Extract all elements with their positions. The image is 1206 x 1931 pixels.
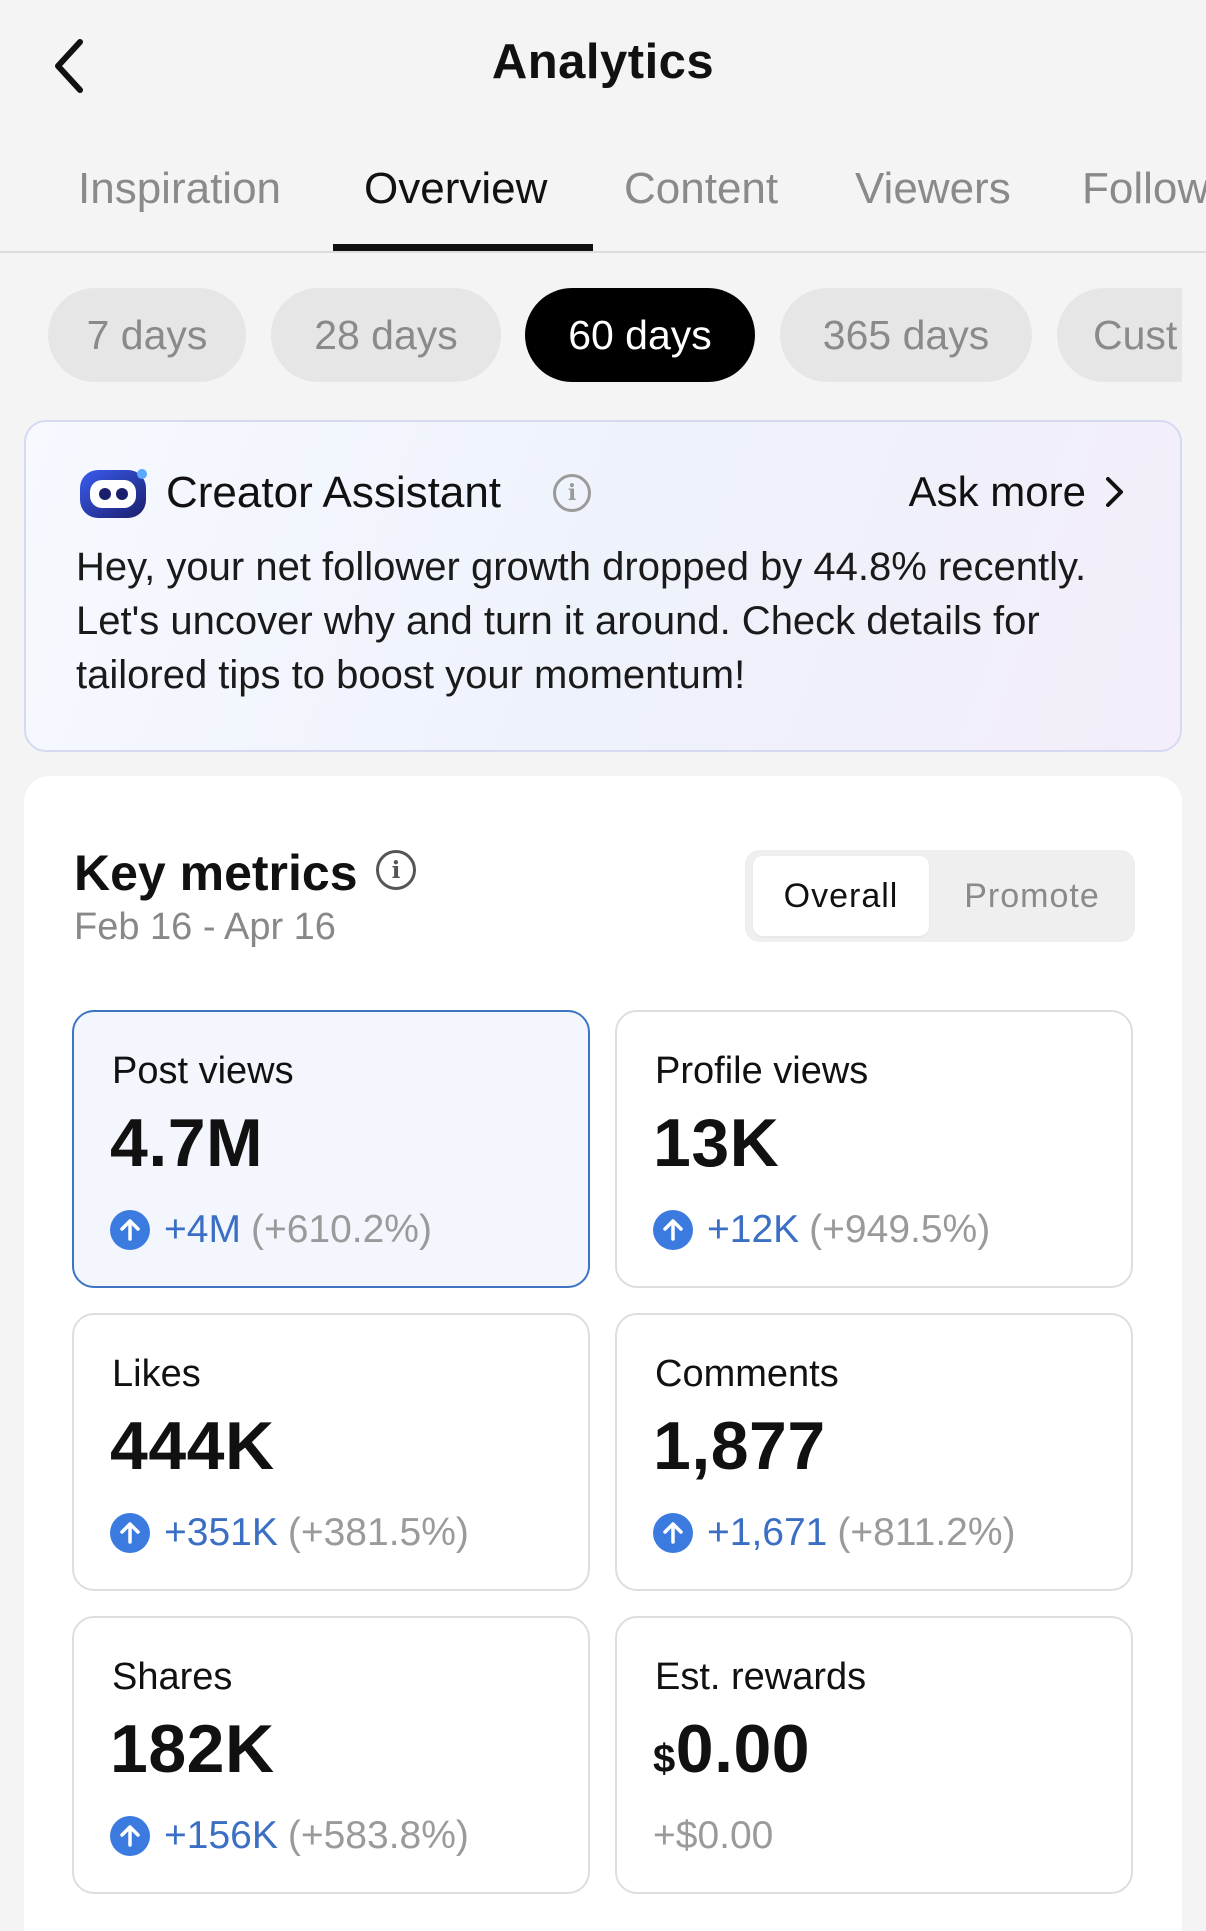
metric-tile-likes[interactable]: Likes 444K +351K (+381.5%) (72, 1313, 590, 1591)
arrow-up-icon (110, 1816, 150, 1856)
arrow-up-icon (653, 1210, 693, 1250)
key-metrics-title: Key metrics (74, 845, 358, 901)
toggle-promote[interactable]: Promote (929, 856, 1135, 936)
assistant-title: Creator Assistant (166, 468, 502, 517)
metric-delta: +351K (+381.5%) (110, 1511, 469, 1555)
date-range-selector: 7 days 28 days 60 days 365 days Cust (0, 288, 1182, 384)
section-tabs: Inspiration Overview Content Viewers Fol… (0, 150, 1206, 253)
key-metrics-date-range: Feb 16 - Apr 16 (74, 906, 336, 948)
key-metrics-card: Key metrics i Feb 16 - Apr 16 Overall Pr… (24, 776, 1182, 1931)
metric-delta: +12K (+949.5%) (653, 1208, 990, 1252)
metric-value-amount: 0.00 (675, 1711, 811, 1787)
metric-label: Comments (655, 1353, 839, 1395)
metric-delta-absolute: +1,671 (707, 1511, 828, 1554)
info-icon[interactable]: i (553, 474, 591, 512)
metric-delta-percent: (+583.8%) (287, 1814, 469, 1857)
range-7-days[interactable]: 7 days (48, 288, 246, 382)
metric-tile-shares[interactable]: Shares 182K +156K (+583.8%) (72, 1616, 590, 1894)
metric-value: 4.7M (110, 1105, 264, 1181)
metric-delta-absolute: +12K (707, 1208, 800, 1251)
metric-tile-est-rewards[interactable]: Est. rewards $0.00 +$0.00 (615, 1616, 1133, 1894)
analytics-page: Analytics Inspiration Overview Content V… (0, 0, 1206, 1931)
assistant-bot-icon (80, 469, 147, 518)
assistant-message: Hey, your net follower growth dropped by… (76, 545, 1087, 697)
metric-value: 13K (653, 1105, 780, 1181)
metric-delta-absolute: +$0.00 (653, 1814, 774, 1857)
tab-viewers[interactable]: Viewers (855, 164, 1011, 214)
arrow-up-icon (653, 1513, 693, 1553)
metric-delta-percent: (+381.5%) (287, 1511, 469, 1554)
metric-value: $0.00 (653, 1710, 810, 1788)
metric-delta-percent: (+949.5%) (809, 1208, 991, 1251)
header: Analytics (0, 0, 1206, 130)
metric-label: Shares (112, 1656, 233, 1698)
metric-label: Est. rewards (655, 1656, 867, 1698)
page-title: Analytics (491, 35, 715, 89)
arrow-up-icon (110, 1210, 150, 1250)
metric-delta-absolute: +156K (164, 1814, 278, 1857)
ask-more-link[interactable]: Ask more (909, 468, 1126, 516)
tab-content[interactable]: Content (624, 164, 778, 214)
metric-label: Post views (112, 1050, 294, 1092)
active-tab-indicator (333, 244, 593, 251)
metric-label: Profile views (655, 1050, 869, 1092)
metric-delta-percent: (+811.2%) (837, 1511, 1016, 1554)
metric-tile-profile-views[interactable]: Profile views 13K +12K (+949.5%) (615, 1010, 1133, 1288)
range-28-days[interactable]: 28 days (271, 288, 501, 382)
ask-more-label: Ask more (908, 468, 1086, 515)
metric-tile-comments[interactable]: Comments 1,877 +1,671 (+811.2%) (615, 1313, 1133, 1591)
metric-delta-percent: (+610.2%) (250, 1208, 432, 1251)
metric-tile-post-views[interactable]: Post views 4.7M +4M (+610.2%) (72, 1010, 590, 1288)
info-icon[interactable]: i (376, 850, 416, 890)
chevron-right-icon (1106, 477, 1123, 507)
metric-delta-absolute: +351K (164, 1511, 278, 1554)
metric-delta: +156K (+583.8%) (110, 1814, 469, 1858)
arrow-up-icon (110, 1513, 150, 1553)
metric-value: 182K (110, 1711, 275, 1787)
tab-overview[interactable]: Overview (364, 164, 547, 214)
tab-follow[interactable]: Follow (1082, 164, 1206, 214)
range-60-days[interactable]: 60 days (525, 288, 755, 382)
metric-delta: +$0.00 (653, 1814, 773, 1858)
metric-label: Likes (112, 1353, 201, 1395)
tab-inspiration[interactable]: Inspiration (78, 164, 281, 214)
range-custom[interactable]: Cust (1057, 288, 1182, 382)
range-365-days[interactable]: 365 days (780, 288, 1032, 382)
metric-delta-absolute: +4M (164, 1208, 241, 1251)
metric-value: 444K (110, 1408, 275, 1484)
creator-assistant-card[interactable]: Creator Assistant i Ask more Hey, your n… (24, 420, 1182, 752)
toggle-overall[interactable]: Overall (753, 856, 929, 936)
metric-value: 1,877 (653, 1408, 826, 1484)
overall-promote-toggle: Overall Promote (745, 850, 1135, 942)
metric-delta: +4M (+610.2%) (110, 1208, 432, 1252)
metric-delta: +1,671 (+811.2%) (653, 1511, 1016, 1555)
currency-symbol: $ (653, 1737, 676, 1781)
